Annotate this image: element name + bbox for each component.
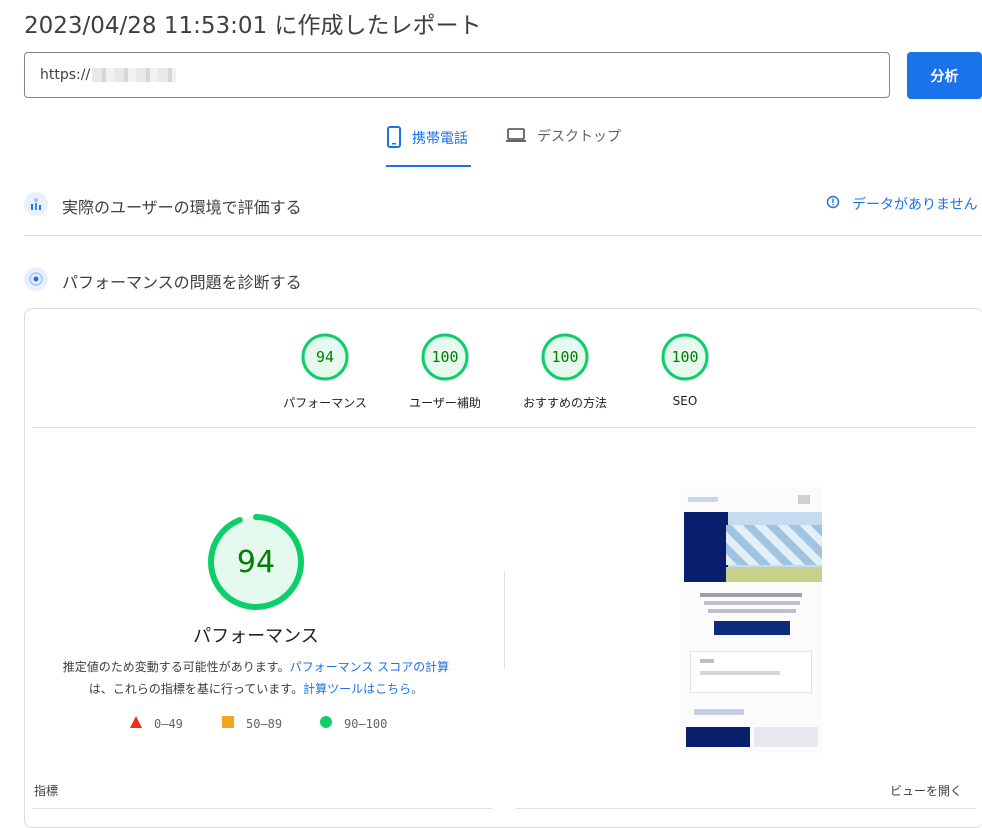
gauge-label-seo: SEO xyxy=(672,394,698,408)
analyze-button[interactable]: 分析 xyxy=(907,52,982,99)
legend-pass-range: 90–100 xyxy=(344,716,388,731)
gauge-ring: 100 xyxy=(661,333,709,381)
square-icon xyxy=(222,716,234,731)
expand-view-toggle[interactable]: ビューを開く xyxy=(890,782,962,799)
circle-icon xyxy=(320,716,332,731)
legend-fail-range: 0–49 xyxy=(154,716,183,731)
gauge-accessibility[interactable]: 100 xyxy=(420,332,470,386)
legend-pass: 90–100 xyxy=(320,716,387,731)
gauge-best-practices[interactable]: 100 xyxy=(540,332,590,386)
score-card xyxy=(24,308,982,828)
diagnostics-title: パフォーマンスの問題を診断する xyxy=(62,273,302,292)
calculator-link[interactable]: 計算ツールはこちら。 xyxy=(303,682,423,696)
gauge-ring: 100 xyxy=(541,333,589,381)
gauge-performance[interactable]: 94 xyxy=(300,332,350,386)
legend-average: 50–89 xyxy=(222,716,282,731)
url-value: https:// xyxy=(40,67,91,83)
info-icon xyxy=(826,195,840,213)
triangle-icon xyxy=(130,716,142,731)
gauge-score: 100 xyxy=(431,348,458,366)
report-title: 2023/04/28 11:53:01 に作成したレポート xyxy=(24,13,482,39)
metrics-divider-left xyxy=(32,808,492,809)
gauge-ring: 100 xyxy=(421,333,469,381)
gauge-seo[interactable]: 100 xyxy=(660,332,710,386)
gauge-score: 100 xyxy=(551,348,578,366)
no-data-label: データがありません xyxy=(852,197,978,213)
performance-gauge-large: 94 xyxy=(206,512,306,616)
tab-mobile-label: 携帯電話 xyxy=(412,131,468,147)
vertical-divider xyxy=(504,572,505,668)
metrics-heading: 指標 xyxy=(34,784,59,798)
gauge-label-best-practices: おすすめの方法 xyxy=(522,396,607,410)
section-divider xyxy=(24,235,982,236)
legend-fail: 0–49 xyxy=(130,716,183,731)
url-input[interactable]: https:// xyxy=(24,52,890,98)
redacted-url xyxy=(92,68,177,82)
gauge-ring: 94 xyxy=(301,333,349,381)
gauge-label-performance: パフォーマンス xyxy=(283,396,367,410)
field-data-icon xyxy=(24,192,48,216)
tab-mobile[interactable]: 携帯電話 xyxy=(386,126,471,167)
desc-text-2: は、これらの指標を基に行っています。 xyxy=(88,682,304,696)
field-data-title: 実際のユーザーの環境で評価する xyxy=(62,198,302,217)
performance-score: 94 xyxy=(237,545,275,580)
gauge-label-accessibility: ユーザー補助 xyxy=(409,396,481,410)
no-data-link[interactable]: データがありません xyxy=(826,194,978,214)
legend-average-range: 50–89 xyxy=(246,716,283,731)
gauge-score: 100 xyxy=(671,348,698,366)
smartphone-icon xyxy=(386,126,402,148)
tab-desktop-label: デスクトップ xyxy=(537,129,621,145)
tab-desktop[interactable]: デスクトップ xyxy=(505,126,621,166)
page-screenshot-thumbnail xyxy=(680,487,822,753)
performance-label: パフォーマンス xyxy=(193,626,319,647)
gauge-score: 94 xyxy=(316,348,334,366)
diagnostics-icon xyxy=(24,267,48,291)
performance-description: 推定値のため変動する可能性があります。パフォーマンス スコアの計算 は、これらの… xyxy=(40,656,472,700)
score-calc-link[interactable]: パフォーマンス スコアの計算 xyxy=(290,660,450,674)
laptop-icon xyxy=(505,126,527,144)
card-divider xyxy=(32,427,976,428)
desc-text-1: 推定値のため変動する可能性があります。 xyxy=(62,660,290,674)
performance-gauge-ring: 94 xyxy=(208,514,304,610)
metrics-divider-right xyxy=(516,808,976,809)
